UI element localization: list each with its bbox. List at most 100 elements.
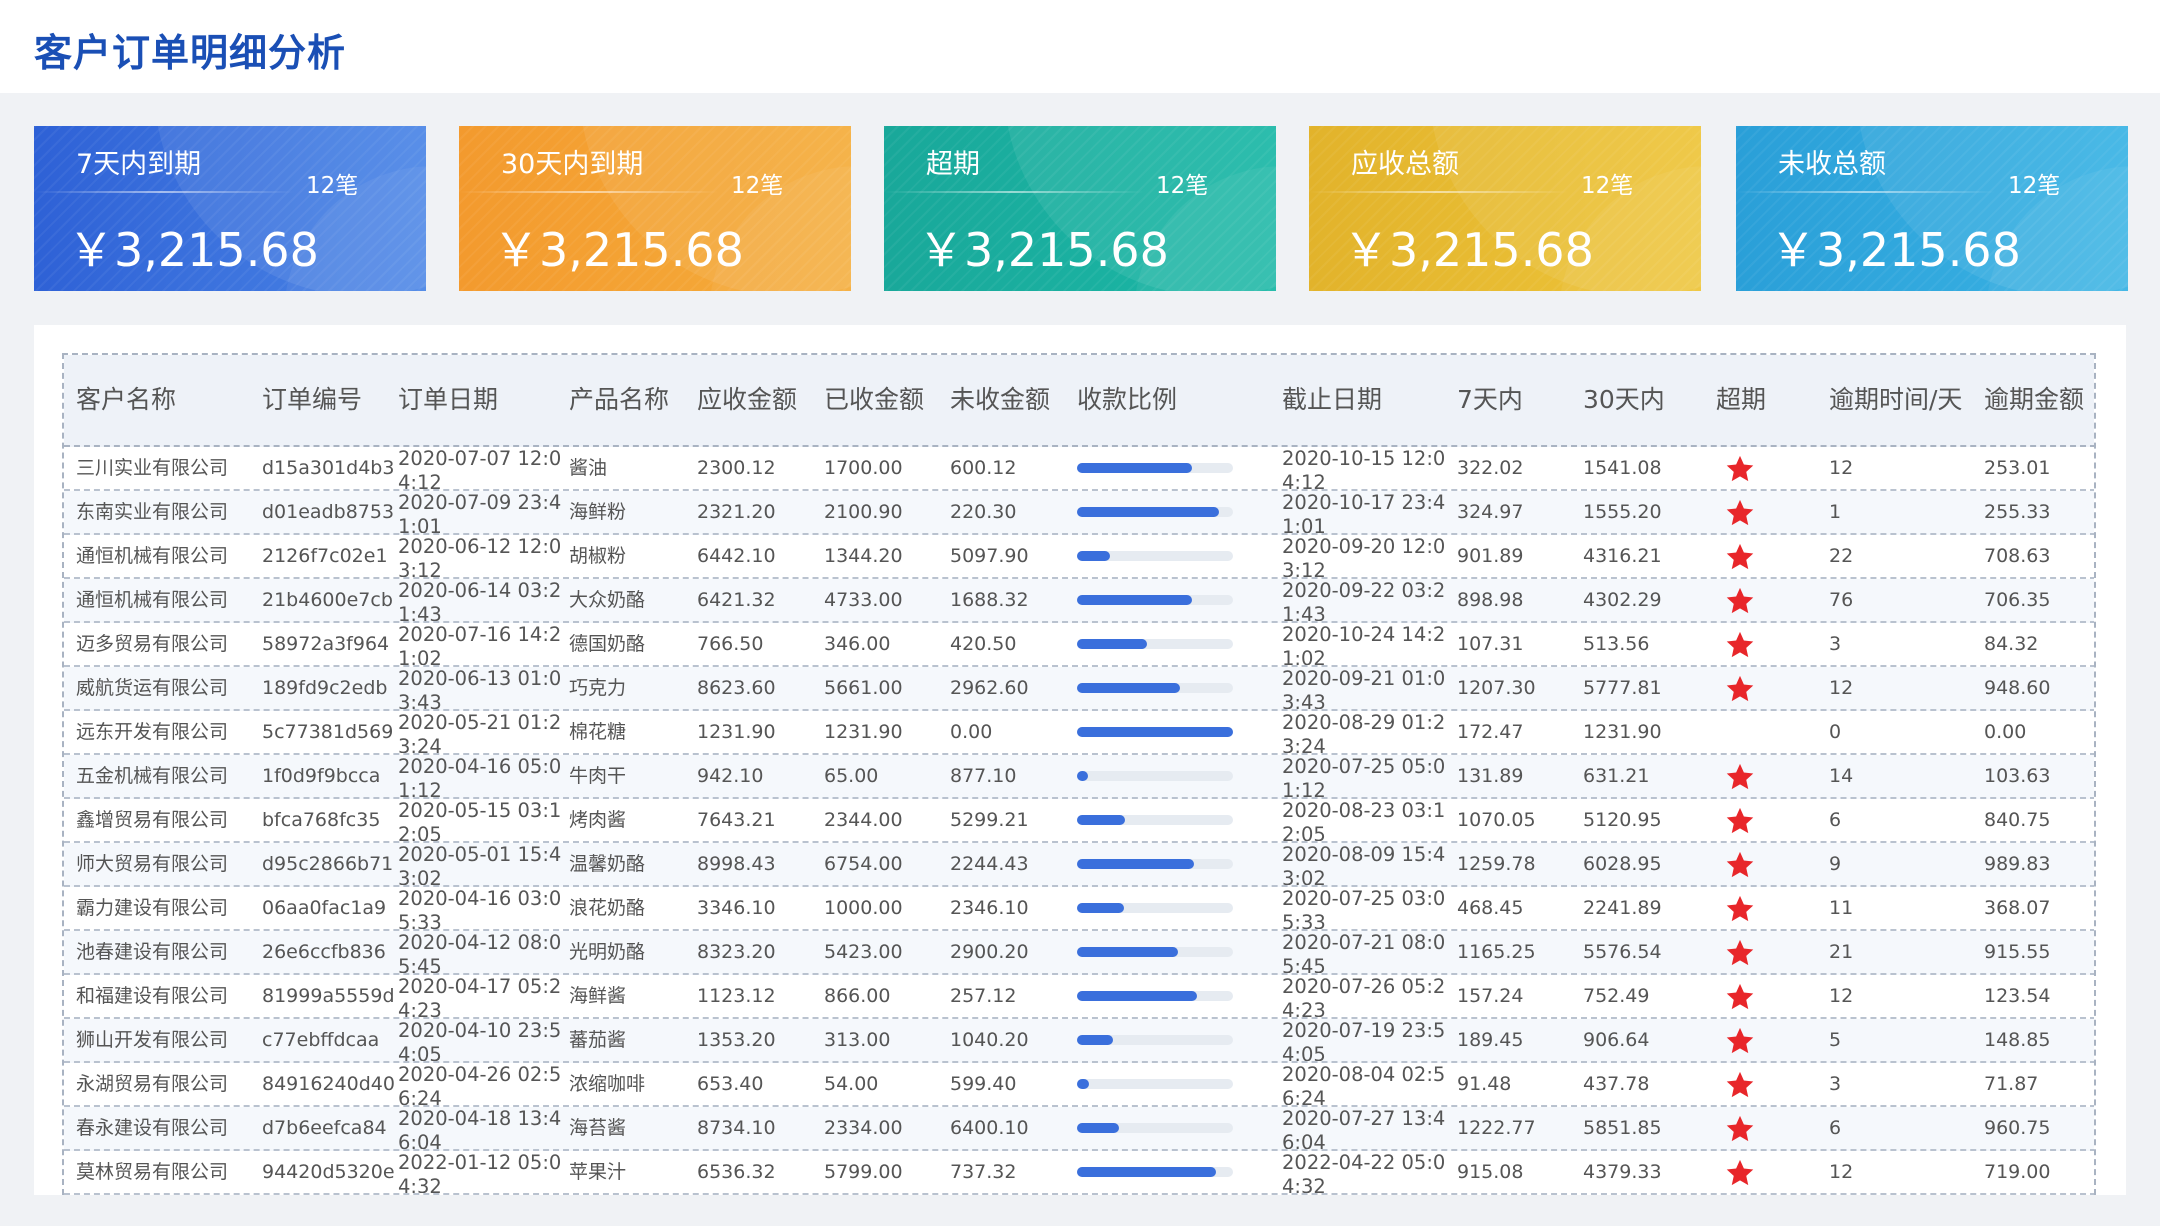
cell-customer-name: 东南实业有限公司 bbox=[76, 501, 229, 523]
collection-ratio-fill bbox=[1077, 815, 1126, 825]
cell-order-number: 58972a3f964 bbox=[262, 633, 390, 655]
cell-amount-unreceived: 2346.10 bbox=[950, 897, 1029, 919]
cell-due-30-days: 4302.29 bbox=[1583, 589, 1662, 611]
cell-overdue-amount: 915.55 bbox=[1984, 941, 2051, 963]
card-divider bbox=[1309, 191, 1569, 193]
cell-deadline-date: 2020-09-21 01:03:43 bbox=[1282, 667, 1446, 709]
cell-due-30-days: 1555.20 bbox=[1583, 501, 1662, 523]
cell-customer-name: 师大贸易有限公司 bbox=[76, 853, 229, 875]
cell-amount-receivable: 6421.32 bbox=[697, 589, 776, 611]
table-row[interactable]: 霸力建设有限公司 06aa0fac1a9 2020-04-16 03:05:33 浪花… bbox=[64, 887, 2094, 931]
cell-product-name: 牛肉干 bbox=[569, 765, 627, 787]
cell-product-name: 酱油 bbox=[569, 457, 608, 479]
order-table: 客户名称 订单编号 订单日期 产品名称 应收金额 已收金额 未收金额 收款比例 截止日期 7天内 3… bbox=[62, 353, 2096, 1195]
cell-customer-name: 和福建设有限公司 bbox=[76, 985, 229, 1007]
cell-product-name: 烤肉酱 bbox=[569, 809, 627, 831]
cell-order-date: 2020-04-18 13:46:04 bbox=[398, 1107, 562, 1149]
table-row[interactable]: 通恒机械有限公司 2126f7c02e1 2020-06-12 12:03:12 胡椒… bbox=[64, 535, 2094, 579]
cell-order-date: 2020-07-09 23:41:01 bbox=[398, 491, 562, 533]
column-header-order-number[interactable]: 订单编号 bbox=[262, 355, 362, 445]
table-row[interactable]: 威航货运有限公司 189fd9c2edb 2020-06-13 01:03:43 巧克… bbox=[64, 667, 2094, 711]
card-title: 超期 bbox=[926, 149, 980, 180]
column-header-product-name[interactable]: 产品名称 bbox=[569, 355, 669, 445]
cell-amount-receivable: 2321.20 bbox=[697, 501, 776, 523]
cell-amount-receivable: 7643.21 bbox=[697, 809, 776, 831]
cell-product-name: 温馨奶酪 bbox=[569, 853, 646, 875]
table-row[interactable]: 狮山开发有限公司 c77ebffdcaa 2020-04-10 23:54:05 蕃茄… bbox=[64, 1019, 2094, 1063]
table-row[interactable]: 池春建设有限公司 26e6ccfb836 2020-04-12 08:05:45 光明… bbox=[64, 931, 2094, 975]
card-total-receivable[interactable]: 应收总额 12笔 ￥3,215.68 bbox=[1309, 126, 1701, 291]
cell-amount-receivable: 942.10 bbox=[697, 765, 764, 787]
cell-due-30-days: 2241.89 bbox=[1583, 897, 1662, 919]
cell-amount-received: 1231.90 bbox=[824, 721, 903, 743]
table-header: 客户名称 订单编号 订单日期 产品名称 应收金额 已收金额 未收金额 收款比例 截止日期 7天内 3… bbox=[64, 355, 2094, 447]
cell-overdue-days: 6 bbox=[1829, 809, 1842, 831]
overdue-star-icon bbox=[1724, 498, 1756, 528]
column-header-collection-ratio[interactable]: 收款比例 bbox=[1077, 355, 1177, 445]
table-row[interactable]: 鑫增贸易有限公司 bfca768fc35 2020-05-15 03:12:05 烤肉… bbox=[64, 799, 2094, 843]
column-header-overdue-amount[interactable]: 逾期金额 bbox=[1984, 355, 2084, 445]
cell-deadline-date: 2020-10-15 12:04:12 bbox=[1282, 447, 1446, 489]
cell-product-name: 浪花奶酪 bbox=[569, 897, 646, 919]
cell-deadline-date: 2020-07-25 05:01:12 bbox=[1282, 755, 1446, 797]
card-due-30-days[interactable]: 30天内到期 12笔 ￥3,215.68 bbox=[459, 126, 851, 291]
card-amount: ￥3,215.68 bbox=[493, 223, 744, 277]
cell-deadline-date: 2020-10-17 23:41:01 bbox=[1282, 491, 1446, 533]
cell-due-30-days: 4379.33 bbox=[1583, 1161, 1662, 1183]
cell-amount-received: 54.00 bbox=[824, 1073, 879, 1095]
card-overdue[interactable]: 超期 12笔 ￥3,215.68 bbox=[884, 126, 1276, 291]
table-row[interactable]: 迈多贸易有限公司 58972a3f964 2020-07-16 14:21:02 德国… bbox=[64, 623, 2094, 667]
collection-ratio-bar bbox=[1077, 991, 1233, 1001]
table-row[interactable]: 永湖贸易有限公司 84916240d40 2020-04-26 02:56:24 浓缩… bbox=[64, 1063, 2094, 1107]
table-row[interactable]: 师大贸易有限公司 d95c2866b71 2020-05-01 15:43:02 温馨… bbox=[64, 843, 2094, 887]
collection-ratio-fill bbox=[1077, 683, 1180, 693]
cell-order-number: 189fd9c2edb bbox=[262, 677, 388, 699]
table-row[interactable]: 春永建设有限公司 d7b6eefca84 2020-04-18 13:46:04 海苔… bbox=[64, 1107, 2094, 1151]
column-header-amount-unreceived[interactable]: 未收金额 bbox=[950, 355, 1050, 445]
card-due-7-days[interactable]: 7天内到期 12笔 ￥3,215.68 bbox=[34, 126, 426, 291]
cell-product-name: 棉花糖 bbox=[569, 721, 627, 743]
collection-ratio-bar bbox=[1077, 1123, 1233, 1133]
cell-order-date: 2020-07-07 12:04:12 bbox=[398, 447, 562, 489]
table-row[interactable]: 远东开发有限公司 5c77381d569 2020-05-21 01:23:24 棉花… bbox=[64, 711, 2094, 755]
overdue-star-icon bbox=[1724, 1070, 1756, 1100]
column-header-due-30-days[interactable]: 30天内 bbox=[1583, 355, 1665, 445]
cell-product-name: 蕃茄酱 bbox=[569, 1029, 627, 1051]
table-row[interactable]: 和福建设有限公司 81999a5559d 2020-04-17 05:24:23 海鲜… bbox=[64, 975, 2094, 1019]
cell-customer-name: 霸力建设有限公司 bbox=[76, 897, 229, 919]
column-header-overdue-flag[interactable]: 超期 bbox=[1716, 355, 1766, 445]
collection-ratio-fill bbox=[1077, 903, 1124, 913]
cell-amount-received: 2334.00 bbox=[824, 1117, 903, 1139]
column-header-overdue-days[interactable]: 逾期时间/天 bbox=[1829, 355, 1962, 445]
cell-customer-name: 三川实业有限公司 bbox=[76, 457, 229, 479]
card-title: 应收总额 bbox=[1351, 149, 1459, 180]
cell-product-name: 胡椒粉 bbox=[569, 545, 627, 567]
cell-overdue-days: 12 bbox=[1829, 1161, 1854, 1183]
column-header-amount-receivable[interactable]: 应收金额 bbox=[697, 355, 797, 445]
column-header-due-7-days[interactable]: 7天内 bbox=[1457, 355, 1523, 445]
table-row[interactable]: 东南实业有限公司 d01eadb8753 2020-07-09 23:41:01 海鲜… bbox=[64, 491, 2094, 535]
cell-order-date: 2020-06-14 03:21:43 bbox=[398, 579, 562, 621]
table-row[interactable]: 莫林贸易有限公司 94420d5320e 2022-01-12 05:04:32 苹果… bbox=[64, 1151, 2094, 1195]
cell-order-date: 2020-05-21 01:23:24 bbox=[398, 711, 562, 753]
table-row[interactable]: 三川实业有限公司 d15a301d4b3 2020-07-07 12:04:12 酱油… bbox=[64, 447, 2094, 491]
collection-ratio-fill bbox=[1077, 639, 1148, 649]
cell-due-7-days: 107.31 bbox=[1457, 633, 1524, 655]
table-row[interactable]: 五金机械有限公司 1f0d9f9bcca 2020-04-16 05:01:12 牛肉… bbox=[64, 755, 2094, 799]
collection-ratio-fill bbox=[1077, 991, 1198, 1001]
card-total-unreceived[interactable]: 未收总额 12笔 ￥3,215.68 bbox=[1736, 126, 2128, 291]
cell-deadline-date: 2020-07-19 23:54:05 bbox=[1282, 1019, 1446, 1061]
cell-order-number: 94420d5320e bbox=[262, 1161, 395, 1183]
cell-amount-unreceived: 5299.21 bbox=[950, 809, 1029, 831]
column-header-amount-received[interactable]: 已收金额 bbox=[824, 355, 924, 445]
cell-due-30-days: 5120.95 bbox=[1583, 809, 1662, 831]
cell-order-number: 2126f7c02e1 bbox=[262, 545, 388, 567]
column-header-customer-name[interactable]: 客户名称 bbox=[76, 355, 176, 445]
column-header-order-date[interactable]: 订单日期 bbox=[398, 355, 498, 445]
cell-due-30-days: 1541.08 bbox=[1583, 457, 1662, 479]
column-header-deadline-date[interactable]: 截止日期 bbox=[1282, 355, 1382, 445]
cell-overdue-days: 12 bbox=[1829, 457, 1854, 479]
card-count: 12笔 bbox=[2008, 173, 2061, 199]
cell-amount-received: 4733.00 bbox=[824, 589, 903, 611]
table-row[interactable]: 通恒机械有限公司 21b4600e7cb 2020-06-14 03:21:43 大众… bbox=[64, 579, 2094, 623]
